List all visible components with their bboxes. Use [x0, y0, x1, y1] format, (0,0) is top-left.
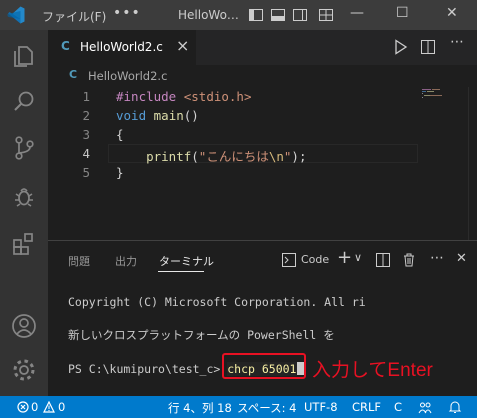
menu-file[interactable]: ファイル(F) [42, 8, 106, 25]
toggle-secondary-sidebar-icon[interactable] [292, 7, 308, 23]
bell-icon[interactable] [448, 400, 462, 414]
split-editor-icon[interactable] [420, 39, 436, 55]
toggle-panel-icon[interactable] [270, 7, 286, 23]
tab-output[interactable]: 出力 [115, 253, 137, 269]
new-terminal-icon[interactable]: + [337, 247, 352, 268]
trash-icon[interactable] [402, 253, 416, 267]
tab-close-icon[interactable]: × [176, 36, 189, 55]
more-menu-icon[interactable]: ••• [113, 5, 141, 21]
split-terminal-icon[interactable] [376, 253, 390, 267]
breadcrumb-file[interactable]: HelloWorld2.c [88, 69, 167, 83]
bottom-panel: 問題 出力 ターミナル Code + ∨ ⋯ ✕ Copyright (C) M… [48, 240, 477, 396]
code-text: } [116, 165, 124, 180]
encoding[interactable]: UTF-8 [304, 400, 338, 414]
more-actions-icon[interactable]: ⋯ [450, 34, 464, 50]
panel-close-icon[interactable]: ✕ [456, 251, 467, 266]
more-actions-icon[interactable]: ⋯ [430, 250, 444, 266]
c-file-icon: C [69, 68, 78, 81]
warning-count[interactable]: 0 [58, 400, 65, 414]
terminal-line: Copyright (C) Microsoft Corporation. All… [68, 295, 366, 309]
terminal-line: 新しいクロスプラットフォームの PowerShell を [68, 328, 335, 342]
code-text: void main() [116, 108, 199, 123]
tab-label: HelloWorld2.c [80, 40, 163, 54]
language-mode[interactable]: C [394, 400, 402, 414]
toggle-sidebar-icon[interactable] [248, 7, 264, 23]
code-line: 1 #include <stdio.h> [48, 87, 428, 106]
accounts-icon[interactable] [10, 312, 38, 340]
explorer-icon[interactable] [10, 42, 38, 70]
annotation-label: 入力してEnter [312, 360, 433, 381]
tab-problems[interactable]: 問題 [68, 253, 90, 269]
line-number: 3 [82, 127, 90, 142]
tab-helloworld2[interactable]: C HelloWorld2.c × [48, 30, 196, 65]
line-number: 4 [82, 146, 90, 161]
customize-layout-icon[interactable] [318, 7, 334, 23]
source-control-icon[interactable] [10, 134, 38, 162]
warning-icon [43, 401, 55, 413]
error-count[interactable]: 0 [31, 400, 38, 414]
indentation[interactable]: スペース: 4 [237, 400, 296, 416]
code-line: 4 printf("こんにちは\n"); [48, 144, 428, 164]
code-text: { [116, 127, 124, 142]
c-file-icon: C [61, 39, 70, 53]
error-icon [17, 401, 29, 413]
manage-gear-icon[interactable] [10, 356, 38, 384]
minimize-button[interactable]: — [350, 5, 364, 21]
minimap[interactable] [420, 87, 468, 127]
code-line: 3 { [48, 125, 428, 144]
code-editor[interactable]: 1 #include <stdio.h> 2 void main() 3 { 4… [48, 87, 477, 240]
run-file-icon[interactable] [394, 39, 408, 55]
active-tab-indicator [158, 271, 204, 272]
activity-bar [0, 30, 48, 396]
scrollbar-track [468, 87, 469, 240]
terminal-icon [282, 253, 296, 267]
line-number: 5 [82, 165, 90, 180]
line-number: 1 [82, 89, 90, 104]
run-debug-icon[interactable] [10, 182, 38, 210]
editor-tab-row: C HelloWorld2.c × ⋯ [48, 30, 477, 65]
window-title: HelloWorld2.c [178, 8, 240, 22]
line-number: 2 [82, 108, 90, 123]
feedback-icon[interactable] [418, 400, 432, 414]
terminal-shell-label[interactable]: Code [301, 253, 329, 266]
breadcrumb: C HelloWorld2.c [48, 65, 477, 87]
search-icon[interactable] [10, 88, 38, 116]
cursor-position[interactable]: 行 4、列 18 [168, 400, 232, 416]
status-bar: 0 0 行 4、列 18 スペース: 4 UTF-8 CRLF C [0, 396, 477, 418]
end-of-line[interactable]: CRLF [352, 400, 381, 414]
title-bar: ファイル(F) ••• HelloWorld2.c — ☐ ✕ [0, 0, 477, 30]
chevron-down-icon[interactable]: ∨ [354, 251, 362, 264]
close-button[interactable]: ✕ [446, 5, 458, 21]
terminal-prompt: PS C:\kumipuro\test_c> [68, 362, 228, 376]
extensions-icon[interactable] [10, 230, 38, 258]
vscode-logo-icon [7, 6, 25, 24]
code-line: 5 } [48, 163, 428, 182]
code-line: 2 void main() [48, 106, 428, 125]
maximize-button[interactable]: ☐ [396, 5, 409, 21]
code-text: #include <stdio.h> [116, 89, 252, 104]
tab-terminal[interactable]: ターミナル [159, 253, 214, 269]
highlight-box [222, 353, 306, 379]
